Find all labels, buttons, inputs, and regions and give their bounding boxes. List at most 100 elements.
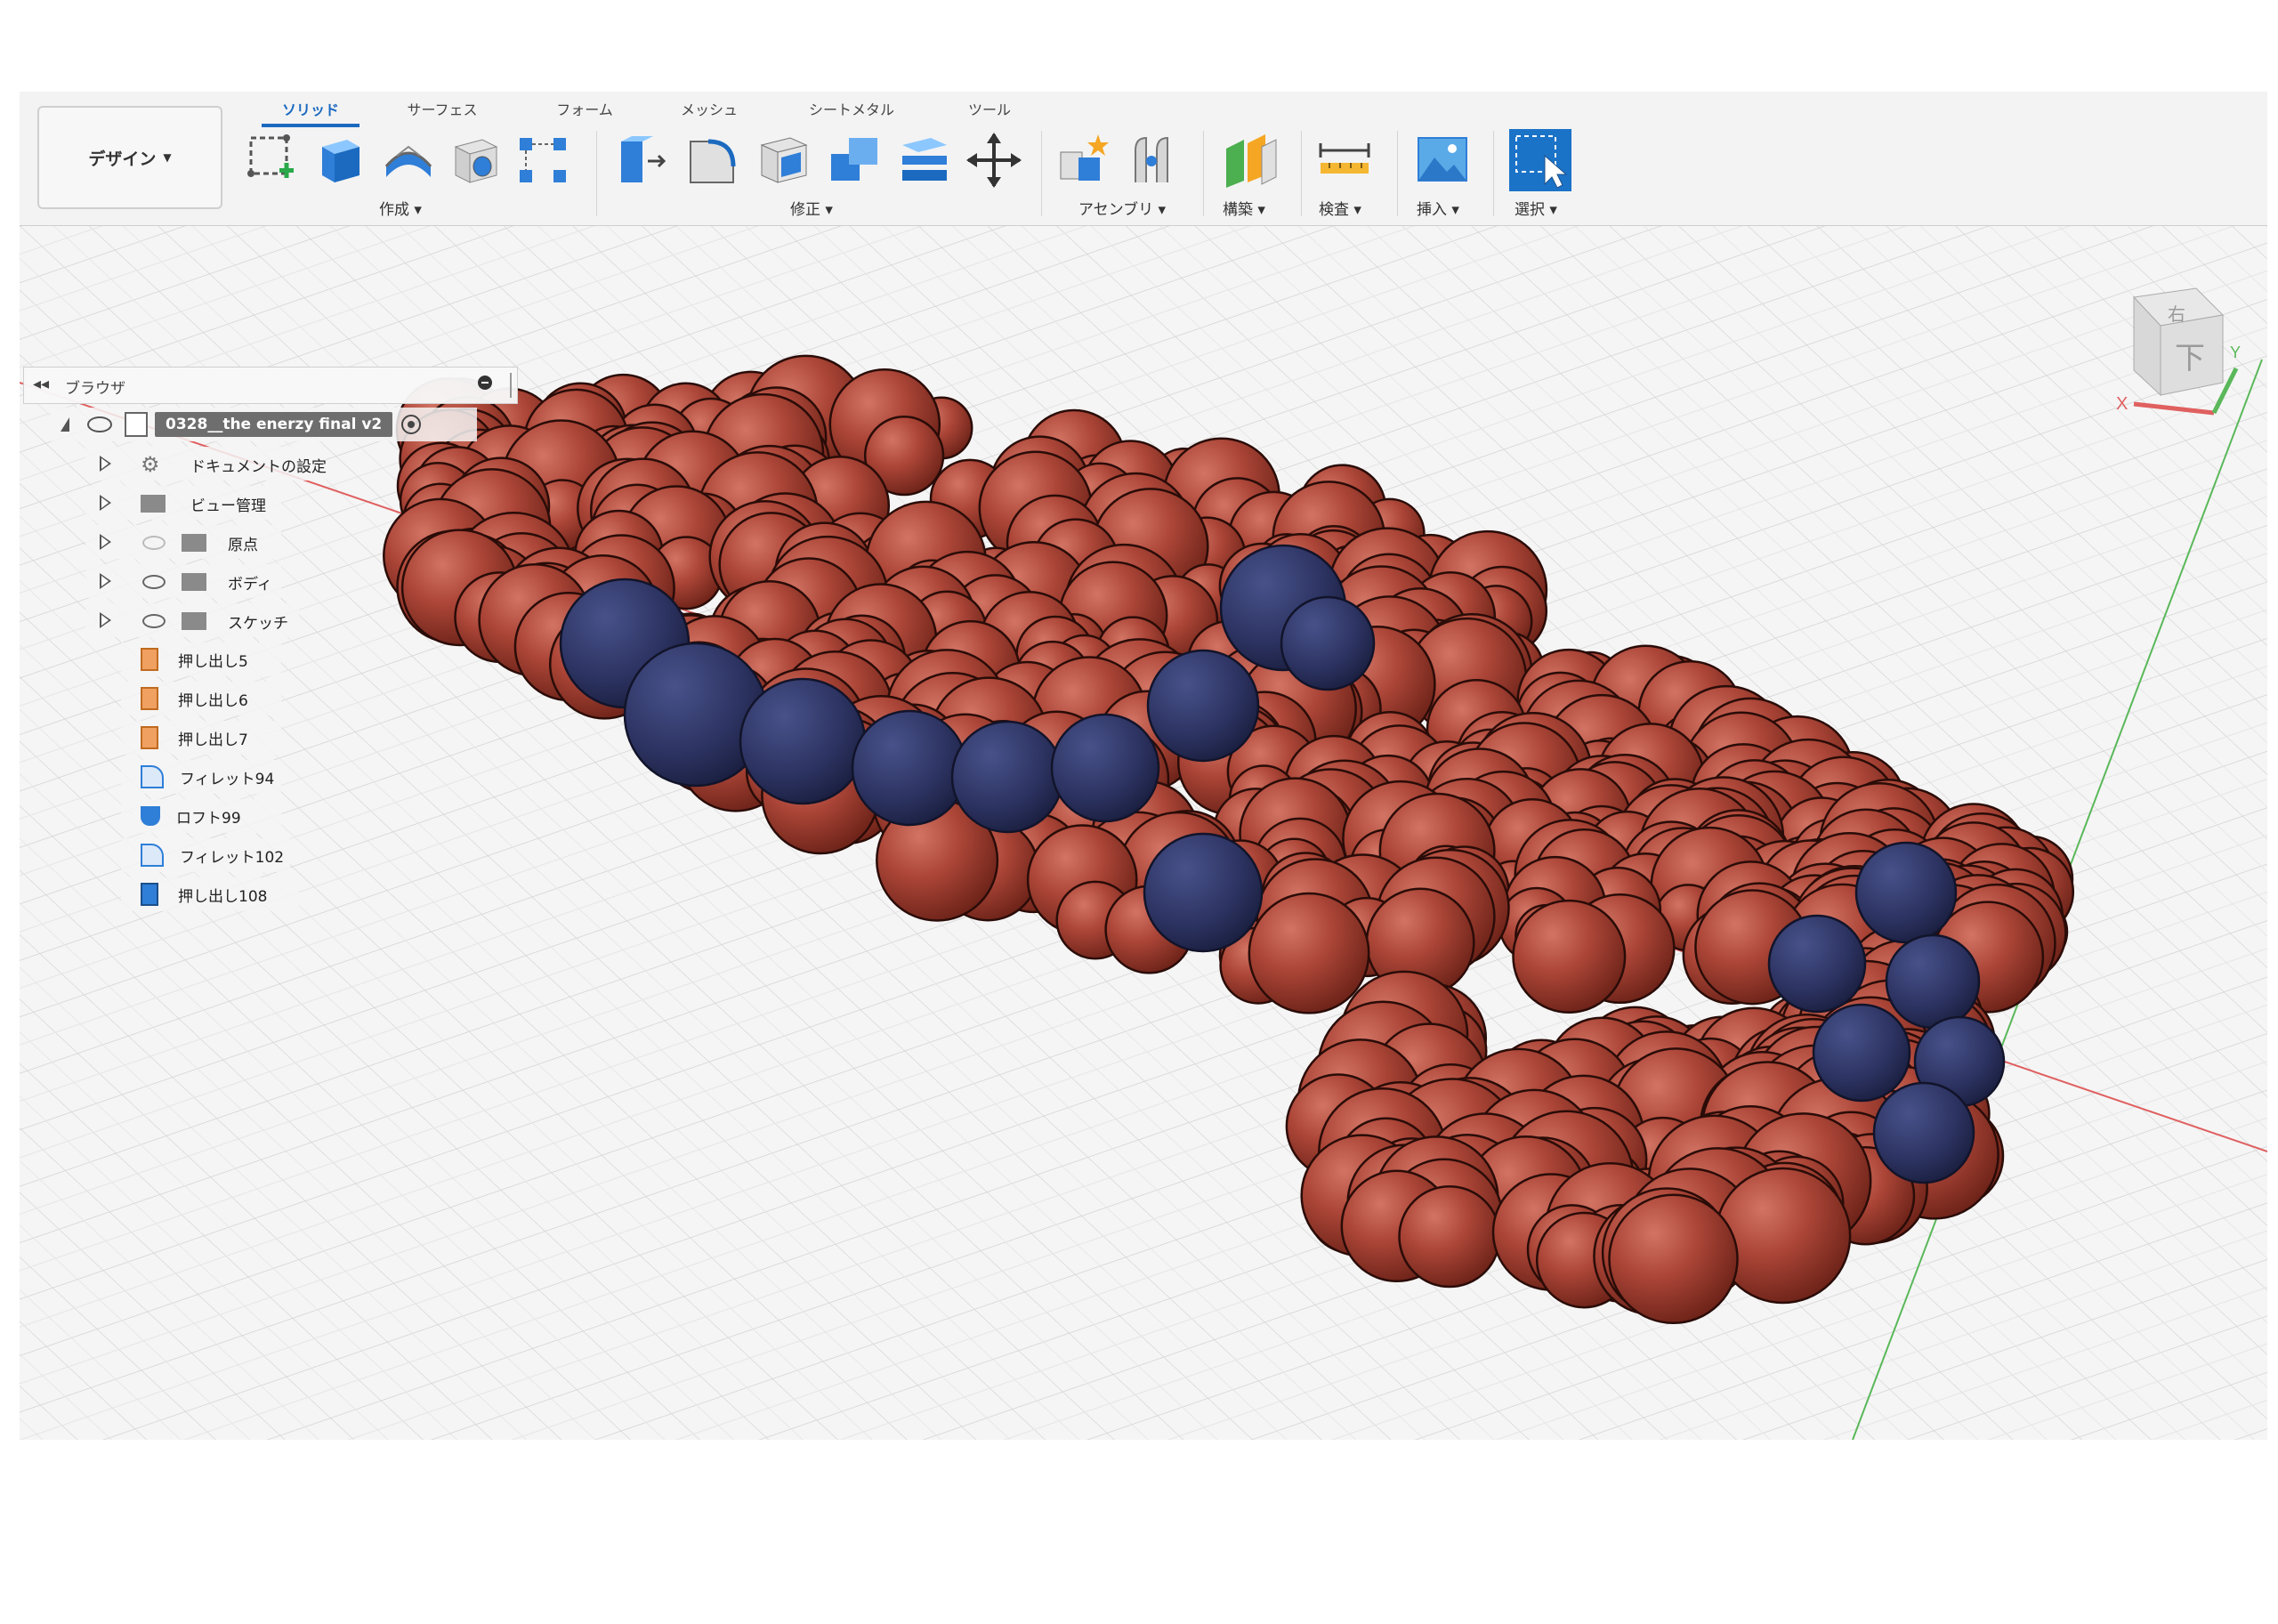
folder-icon — [141, 495, 166, 513]
chevron-down-icon: ▼ — [163, 151, 172, 164]
eye-icon[interactable] — [142, 575, 166, 589]
body-blue-patch — [950, 720, 1064, 834]
pattern-icon[interactable] — [514, 131, 573, 190]
expand-icon[interactable] — [100, 534, 111, 550]
new-component-icon[interactable] — [1055, 131, 1114, 190]
group-insert[interactable]: 挿入 ▾ — [1417, 197, 1459, 219]
fillet-icon[interactable] — [683, 131, 742, 190]
group-construct-label: 構築 — [1223, 201, 1253, 219]
tree-folder-sketches[interactable]: スケッチ — [85, 603, 299, 637]
eye-hidden-icon[interactable] — [142, 536, 166, 550]
group-select-label: 選択 — [1515, 201, 1545, 219]
press-pull-icon[interactable] — [612, 131, 671, 190]
group-create-label: 作成 — [379, 201, 409, 219]
eye-icon[interactable] — [142, 614, 166, 628]
tree-feature-extrude-6[interactable]: 押し出し6 — [121, 682, 281, 715]
tab-form[interactable]: フォーム — [527, 97, 642, 124]
tree-folder-bodies[interactable]: ボディ — [85, 564, 281, 598]
fillet-feature-icon — [141, 844, 164, 867]
viewcube-top-label: 右 — [2168, 304, 2185, 325]
extrude-feature-icon — [141, 726, 158, 749]
tree-label: ロフト99 — [176, 809, 241, 828]
split-body-icon[interactable] — [895, 131, 954, 190]
tree-feature-fillet-102[interactable]: フィレット102 — [121, 838, 290, 872]
folder-icon — [182, 612, 206, 630]
revolve-icon[interactable] — [379, 131, 438, 190]
fillet-feature-icon — [141, 765, 164, 788]
group-insert-label: 挿入 — [1417, 201, 1447, 219]
tree-label: ボディ — [228, 576, 272, 594]
tree-label: スケッチ — [228, 615, 288, 633]
body-blue-patch — [1767, 914, 1867, 1014]
activate-radio-icon[interactable] — [401, 415, 422, 434]
body-bubble — [1512, 899, 1627, 1014]
insert-image-icon[interactable] — [1413, 131, 1472, 190]
extrude-feature-icon — [141, 883, 158, 906]
expand-icon[interactable] — [100, 573, 111, 589]
body-blue-patch — [851, 709, 968, 827]
shell-icon[interactable] — [755, 131, 813, 190]
tree-label: 押し出し108 — [178, 887, 268, 906]
3d-viewport[interactable]: 右 下 X Y ◂◂ ブラウザ 0328__the enerzy final v… — [20, 226, 2267, 1440]
create-sketch-icon[interactable] — [242, 131, 301, 190]
body-bubble — [1248, 892, 1370, 1014]
body-blue-patch — [1050, 713, 1160, 823]
group-construct[interactable]: 構築 ▾ — [1223, 197, 1265, 219]
body-blue-patch — [1143, 832, 1264, 953]
group-assemble[interactable]: アセンブリ ▾ — [1078, 197, 1166, 219]
tab-solid[interactable]: ソリッド — [262, 97, 359, 127]
workspace-label: デザイン — [88, 149, 157, 169]
viewcube-x-label: X — [2116, 394, 2128, 414]
measure-icon[interactable] — [1315, 131, 1374, 190]
tree-feature-loft-99[interactable]: ロフト99 — [121, 799, 281, 833]
group-create[interactable]: 作成 ▾ — [379, 197, 422, 219]
joint-icon[interactable] — [1123, 131, 1182, 190]
tree-feature-extrude-108[interactable]: 押し出し108 — [121, 877, 299, 911]
body-blue-patch — [1872, 1081, 1975, 1184]
extrude-feature-icon — [141, 687, 158, 710]
tree-feature-extrude-5[interactable]: 押し出し5 — [121, 642, 281, 676]
tree-feature-extrude-7[interactable]: 押し出し7 — [121, 721, 281, 755]
browser-title: ブラウザ — [65, 380, 125, 398]
expand-icon[interactable] — [100, 495, 111, 511]
eye-icon[interactable] — [87, 416, 112, 432]
expand-icon[interactable] — [100, 456, 111, 472]
tree-label: 押し出し5 — [178, 652, 248, 671]
tab-tools[interactable]: ツール — [936, 97, 1043, 124]
extrude-icon[interactable] — [311, 131, 370, 190]
body-blue-patch — [1885, 933, 1981, 1030]
collapse-triangle-icon[interactable] — [61, 417, 69, 432]
body-bubble — [1714, 1167, 1852, 1305]
component-icon — [125, 412, 148, 437]
workspace-dropdown[interactable]: デザイン ▼ — [37, 106, 222, 209]
collapse-icon[interactable]: ◂◂ — [33, 375, 49, 393]
tree-folder-origin[interactable]: 原点 — [85, 525, 281, 559]
fusion-window: デザイン ▼ ソリッド サーフェス フォーム メッシュ シートメタル ツール 作… — [20, 92, 2267, 1440]
resize-handle[interactable] — [510, 373, 512, 398]
move-icon[interactable] — [965, 131, 1023, 190]
combine-icon[interactable] — [826, 131, 885, 190]
tab-mesh[interactable]: メッシュ — [651, 97, 767, 124]
group-inspect[interactable]: 検査 ▾ — [1319, 197, 1361, 219]
body-blue-patch — [1280, 595, 1376, 691]
tree-root[interactable]: 0328__the enerzy final v2 — [50, 408, 477, 441]
tree-feature-fillet-94[interactable]: フィレット94 — [121, 760, 281, 794]
folder-icon — [182, 534, 206, 552]
expand-icon[interactable] — [100, 612, 111, 628]
tab-surface[interactable]: サーフェス — [384, 97, 500, 124]
tree-folder-view-management[interactable]: ビュー管理 — [85, 486, 281, 520]
tab-sheet-metal[interactable]: シートメタル — [785, 97, 918, 124]
extrude-feature-icon — [141, 648, 158, 671]
hole-icon[interactable] — [447, 131, 505, 190]
group-modify[interactable]: 修正 ▾ — [790, 197, 833, 219]
select-icon[interactable] — [1509, 129, 1571, 191]
group-select[interactable]: 選択 ▾ — [1515, 197, 1557, 219]
body-blue-patch — [739, 677, 867, 805]
minimize-bar — [481, 382, 489, 384]
toolbar: デザイン ▼ ソリッド サーフェス フォーム メッシュ シートメタル ツール 作… — [20, 92, 2267, 226]
offset-plane-icon[interactable] — [1221, 131, 1280, 190]
divider — [596, 131, 597, 216]
viewcube[interactable]: 右 下 X Y — [2080, 271, 2241, 431]
tree-folder-document-settings[interactable]: ⚙ ドキュメントの設定 — [85, 447, 327, 481]
group-modify-label: 修正 — [790, 201, 820, 219]
